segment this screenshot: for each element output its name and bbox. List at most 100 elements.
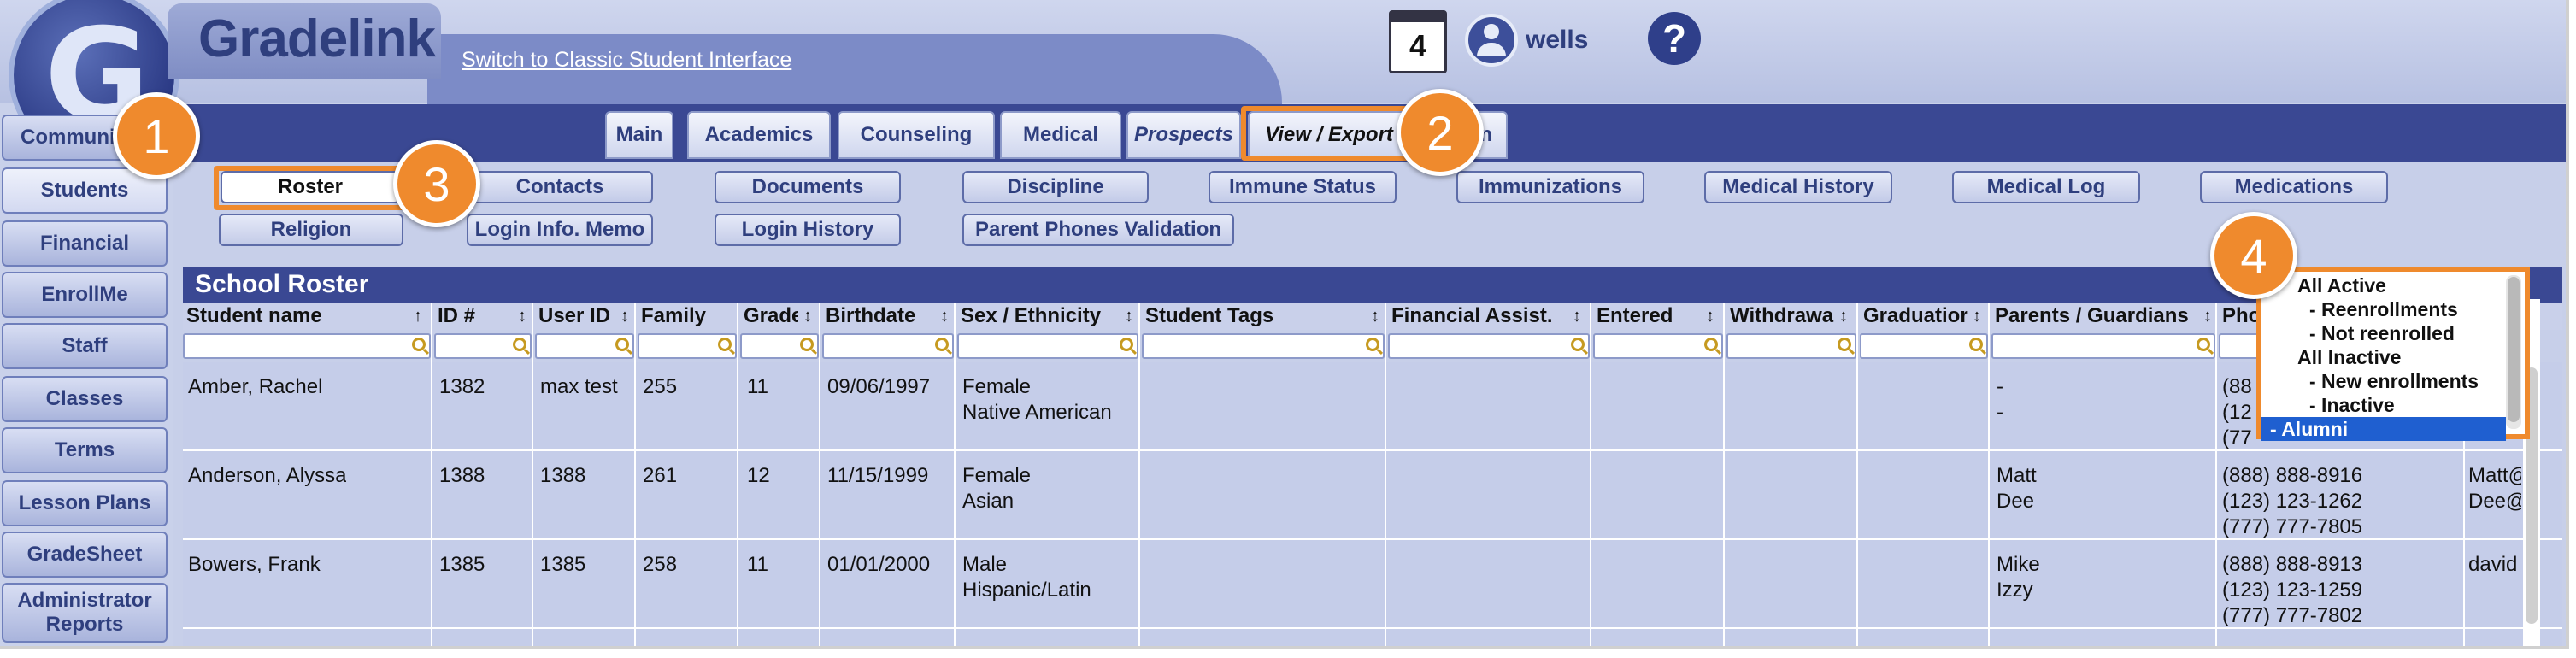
option-not-reenrolled[interactable]: - Not reenrolled bbox=[2261, 321, 2506, 345]
subtab-discipline[interactable]: Discipline bbox=[962, 171, 1149, 203]
nav-lesson-plans[interactable]: Lesson Plans bbox=[2, 480, 168, 526]
switch-classic-link[interactable]: Switch to Classic Student Interface bbox=[462, 48, 791, 73]
filter-id[interactable] bbox=[434, 333, 532, 359]
sort-icon[interactable]: ↕ bbox=[803, 303, 812, 330]
col-graduation[interactable]: Graduatior bbox=[1860, 303, 1971, 330]
sort-icon[interactable]: ↕ bbox=[620, 303, 629, 330]
cell-email-2[interactable]: Dee@ bbox=[2468, 489, 2521, 514]
subtab-medications[interactable]: Medications bbox=[2200, 171, 2388, 203]
filter-phone[interactable] bbox=[2219, 333, 2261, 359]
app-window: G Gradelink Switch to Classic Student In… bbox=[0, 0, 2569, 649]
cell-id: 1382 bbox=[439, 375, 485, 398]
nav-financial[interactable]: Financial bbox=[2, 220, 168, 267]
tab-academics[interactable]: Academics bbox=[687, 111, 831, 159]
column-divider bbox=[431, 303, 432, 646]
filter-sex-ethnicity[interactable] bbox=[957, 333, 1138, 359]
col-financial-assist[interactable]: Financial Assist. bbox=[1388, 303, 1567, 330]
sort-icon[interactable]: ↕ bbox=[2203, 303, 2212, 330]
cell-phone-3: (777) 777-7805 bbox=[2222, 515, 2363, 538]
col-parents-guardians[interactable]: Parents / Guardians bbox=[1991, 303, 2205, 330]
cell-student-name[interactable]: Bowers, Frank bbox=[188, 552, 321, 578]
sort-icon[interactable]: ↕ bbox=[1839, 303, 1848, 330]
cell-grade: 11 bbox=[747, 553, 768, 576]
cell-student-name[interactable]: Anderson, Alyssa bbox=[188, 463, 346, 489]
cell-email-1[interactable]: david bbox=[2468, 552, 2521, 578]
subtab-immunizations[interactable]: Immunizations bbox=[1456, 171, 1644, 203]
sort-icon[interactable]: ↕ bbox=[1973, 303, 1981, 330]
option-all-active[interactable]: All Active bbox=[2261, 273, 2506, 297]
col-student-tags[interactable]: Student Tags bbox=[1142, 303, 1373, 330]
column-divider bbox=[737, 303, 738, 646]
filter-graduation[interactable] bbox=[1860, 333, 1988, 359]
cell-family: 261 bbox=[643, 464, 678, 487]
filter-family[interactable] bbox=[638, 333, 737, 359]
nav-gradesheet[interactable]: GradeSheet bbox=[2, 532, 168, 578]
sort-icon[interactable]: ↕ bbox=[518, 303, 526, 330]
sort-icon[interactable]: ↕ bbox=[940, 303, 949, 330]
filter-entered[interactable] bbox=[1593, 333, 1723, 359]
sort-icon[interactable]: ↕ bbox=[1125, 303, 1133, 330]
nav-terms[interactable]: Terms bbox=[2, 427, 168, 473]
option-new-enrollments[interactable]: - New enrollments bbox=[2261, 369, 2506, 393]
cell-email-1[interactable]: Matt@ bbox=[2468, 463, 2521, 489]
filter-user-id[interactable] bbox=[535, 333, 634, 359]
status-filter-listbox[interactable]: All Active - Reenrollments - Not reenrol… bbox=[2256, 267, 2530, 441]
table-row[interactable] bbox=[183, 629, 2562, 646]
listbox-scrollbar[interactable] bbox=[2506, 275, 2521, 429]
sort-asc-icon[interactable]: ↑ bbox=[414, 303, 422, 330]
search-icon bbox=[1120, 338, 1133, 351]
nav-classes[interactable]: Classes bbox=[2, 376, 168, 422]
nav-enrollme[interactable]: EnrollMe bbox=[2, 272, 168, 318]
col-user-id[interactable]: User ID bbox=[535, 303, 617, 330]
subtab-immune-status[interactable]: Immune Status bbox=[1209, 171, 1397, 203]
sort-icon[interactable]: ↕ bbox=[1573, 303, 1581, 330]
option-all-inactive[interactable]: All Inactive bbox=[2261, 345, 2506, 369]
column-divider bbox=[532, 303, 533, 646]
subtab-documents[interactable]: Documents bbox=[715, 171, 901, 203]
option-reenrollments[interactable]: - Reenrollments bbox=[2261, 297, 2506, 321]
tab-main[interactable]: Main bbox=[605, 111, 673, 159]
col-entered[interactable]: Entered bbox=[1593, 303, 1704, 330]
listbox-scroll-thumb[interactable] bbox=[2508, 277, 2520, 422]
tab-medical[interactable]: Medical bbox=[1000, 111, 1121, 159]
cell-id: 1388 bbox=[439, 464, 485, 487]
filter-financial-assist[interactable] bbox=[1388, 333, 1590, 359]
sort-icon[interactable]: ↕ bbox=[1706, 303, 1714, 330]
cell-sex: Male bbox=[962, 553, 1008, 576]
subtab-login-history[interactable]: Login History bbox=[715, 214, 901, 246]
brand-name: Gradelink bbox=[198, 9, 436, 68]
col-id[interactable]: ID # bbox=[434, 303, 516, 330]
subtab-contacts[interactable]: Contacts bbox=[467, 171, 653, 203]
filter-withdrawal[interactable] bbox=[1726, 333, 1856, 359]
filter-student-name[interactable] bbox=[183, 333, 431, 359]
tab-counseling[interactable]: Counseling bbox=[838, 111, 995, 159]
option-inactive[interactable]: - Inactive bbox=[2261, 393, 2506, 417]
col-grade[interactable]: Grade bbox=[740, 303, 798, 330]
col-withdrawal[interactable]: Withdrawa bbox=[1726, 303, 1836, 330]
username[interactable]: wells bbox=[1526, 26, 1588, 55]
filter-parents-guardians[interactable] bbox=[1991, 333, 2215, 359]
calendar-icon[interactable]: 4 bbox=[1389, 10, 1447, 73]
subtab-medical-history[interactable]: Medical History bbox=[1704, 171, 1892, 203]
tab-prospects[interactable]: Prospects bbox=[1126, 111, 1241, 159]
subtab-religion[interactable]: Religion bbox=[219, 214, 403, 246]
callout-2: 2 bbox=[1397, 89, 1484, 176]
subtab-login-info-memo[interactable]: Login Info. Memo bbox=[467, 214, 653, 246]
user-icon[interactable] bbox=[1465, 14, 1518, 67]
sort-icon[interactable]: ↕ bbox=[1371, 303, 1379, 330]
cell-user-id: 1388 bbox=[540, 464, 586, 487]
nav-staff[interactable]: Staff bbox=[2, 323, 168, 369]
col-family[interactable]: Family bbox=[638, 303, 723, 330]
subtab-medical-log[interactable]: Medical Log bbox=[1952, 171, 2140, 203]
filter-grade[interactable] bbox=[740, 333, 819, 359]
col-birthdate[interactable]: Birthdate bbox=[822, 303, 942, 330]
nav-administrator-reports[interactable]: Administrator Reports bbox=[2, 583, 168, 643]
help-icon[interactable]: ? bbox=[1648, 12, 1701, 65]
filter-birthdate[interactable] bbox=[822, 333, 954, 359]
cell-student-name[interactable]: Amber, Rachel bbox=[188, 374, 322, 400]
col-student-name[interactable]: Student name bbox=[183, 303, 415, 330]
subtab-parent-phones-validation[interactable]: Parent Phones Validation bbox=[962, 214, 1234, 246]
option-alumni[interactable]: - Alumni bbox=[2261, 417, 2506, 441]
col-sex-ethnicity[interactable]: Sex / Ethnicity bbox=[957, 303, 1120, 330]
filter-student-tags[interactable] bbox=[1142, 333, 1385, 359]
